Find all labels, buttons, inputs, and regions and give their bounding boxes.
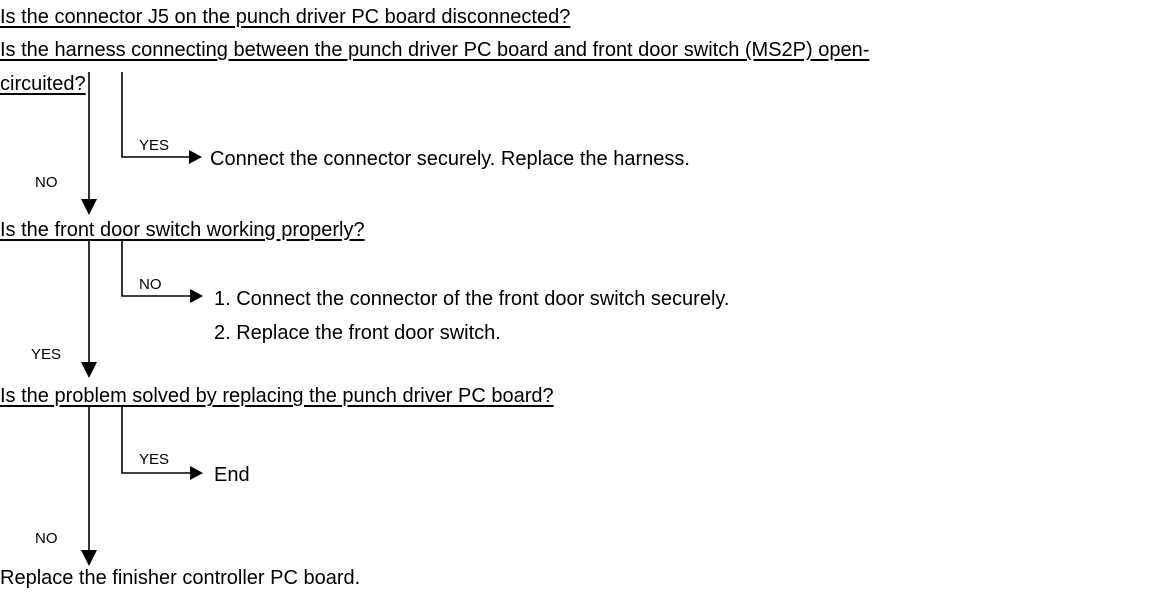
arrow-right-2 (190, 289, 203, 303)
final-action: Replace the finisher controller PC board… (0, 567, 361, 589)
branch-label-no-3: NO (35, 530, 58, 547)
branch-label-no-2: NO (139, 276, 162, 293)
arrow-right-3 (190, 466, 203, 480)
question-1-line-1: Is the connector J5 on the punch driver … (0, 6, 571, 28)
end-label: End (214, 464, 250, 486)
question-2: Is the front door switch working properl… (0, 219, 365, 241)
arrow-down-3 (81, 550, 97, 566)
action-2-item-2: 2. Replace the front door switch. (214, 322, 501, 344)
branch-label-yes-3: YES (139, 451, 170, 468)
arrow-down-2 (81, 362, 97, 378)
arrow-right-1 (189, 150, 202, 164)
branch-label-yes-1: YES (139, 137, 170, 154)
action-1: Connect the connector securely. Replace … (210, 148, 690, 170)
arrow-down-1 (81, 199, 97, 215)
question-1-line-3: circuited? (0, 73, 86, 95)
question-1-line-2: Is the harness connecting between the pu… (0, 39, 870, 61)
action-2-item-1: 1. Connect the connector of the front do… (214, 288, 730, 310)
branch-label-no-1: NO (35, 174, 58, 191)
question-3: Is the problem solved by replacing the p… (0, 385, 554, 407)
branch-label-yes-2: YES (31, 346, 62, 363)
